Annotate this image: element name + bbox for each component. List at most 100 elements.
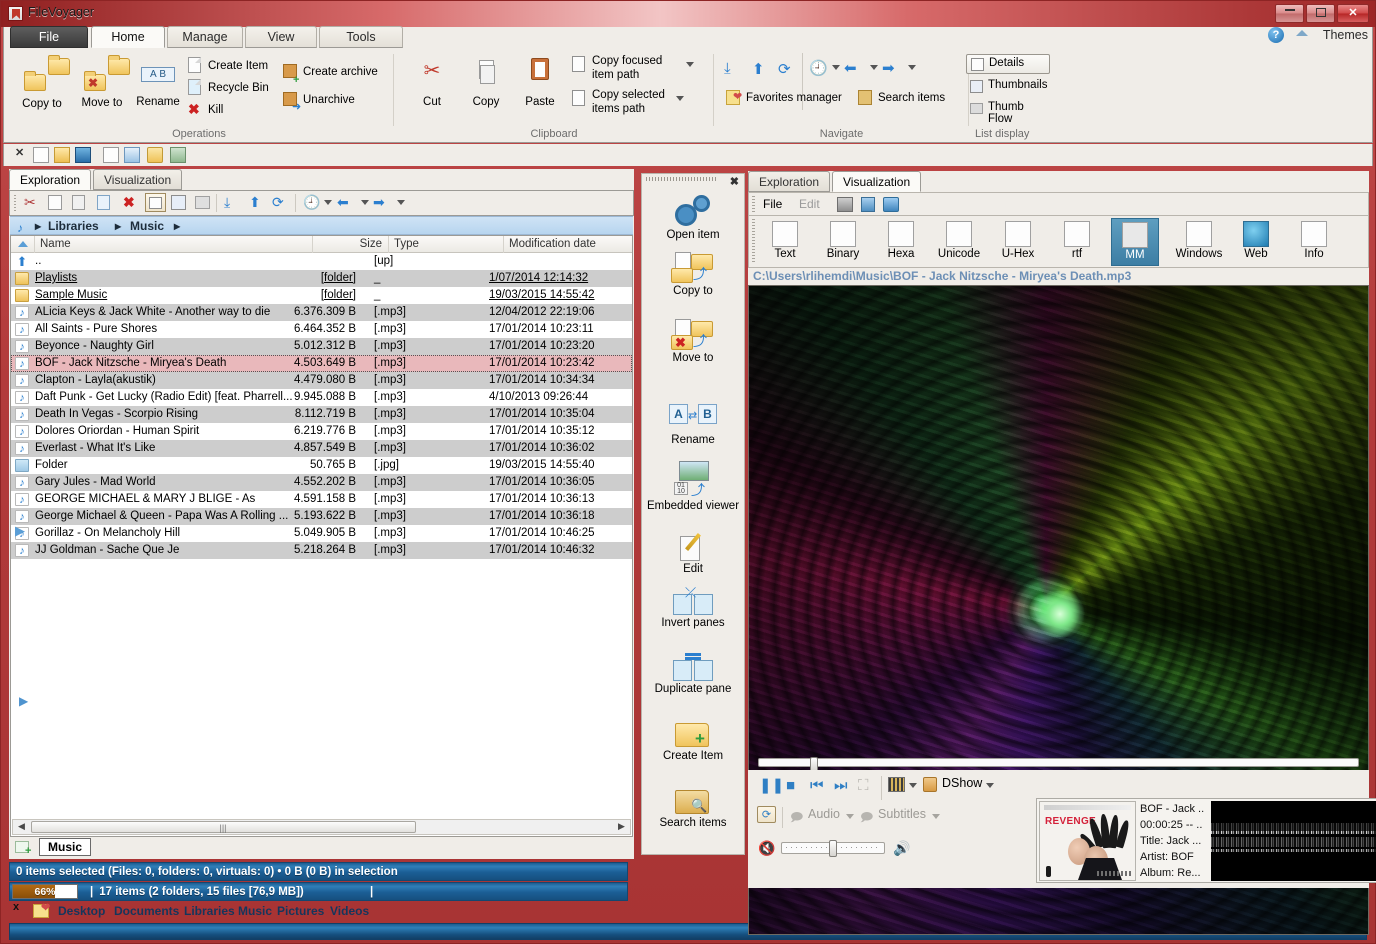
ribbon-tab-manage[interactable]: Manage [167,26,243,48]
copy-icon[interactable] [48,195,62,210]
refresh-icon[interactable]: ⟳ [778,60,791,78]
paste-icon[interactable] [72,195,85,210]
close-strip-icon[interactable]: ✕ [15,146,24,159]
viewer-mode-windows[interactable]: Windows [1169,218,1229,266]
left-tab-visualization[interactable]: Visualization [93,169,182,190]
ribbon-recycle-bin-button[interactable]: Recycle Bin [186,78,269,98]
delete-icon[interactable]: ✖ [123,194,135,211]
back-arrow-icon[interactable]: ⬅ [337,194,349,211]
ribbon-paste-button[interactable]: Paste [512,58,568,108]
tool-search-items[interactable]: 🔍 Search items [642,786,744,829]
viewer-mode-binary[interactable]: Binary [819,218,867,266]
ribbon-move-to-button[interactable]: ✖ Move to [74,56,130,109]
tool-move-to[interactable]: ✖ ⤴ Move to [642,319,744,364]
breadcrumb-chevron-3[interactable]: ▸ [174,217,180,235]
breadcrumb-item-music[interactable]: Music [130,217,164,235]
tool-column-close-icon[interactable]: ✖ [730,175,739,188]
seek-track[interactable] [758,758,1359,767]
chevron-down-icon-2[interactable] [361,200,369,205]
plus-icon[interactable]: + [25,845,31,857]
viewer-mode-text[interactable]: Text [761,218,809,266]
table-row[interactable]: ♪BOF - Jack Nitzsche - Miryea's Death4.5… [11,355,632,372]
fullscreen-button[interactable]: ⛶ [858,778,869,793]
close-button[interactable]: ✕ [1337,4,1369,23]
ribbon-create-archive-button[interactable]: + Create archive [281,62,378,82]
chevron-down-icon[interactable] [686,62,694,67]
volume-thumb[interactable] [829,840,837,857]
col-header-name[interactable]: Name [35,236,313,253]
ribbon-copy-selected-path-button[interactable]: Copy selected items path [570,88,670,118]
ribbon-favorites-manager-button[interactable]: ❤ Favorites manager [724,88,842,108]
previous-button[interactable]: ⏮ [810,778,824,793]
tool-open-item[interactable]: Open item [642,194,744,241]
stop-button[interactable]: ■ [786,778,795,793]
col-header-type[interactable]: Type [389,236,504,253]
viewer-mode-info[interactable]: Info [1290,218,1338,266]
subtitles-label[interactable]: Subtitles [878,807,926,821]
table-row[interactable]: ♪Daft Punk - Get Lucky (Radio Edit) [fea… [11,389,632,406]
seek-bar[interactable] [748,755,1369,769]
table-row[interactable]: ♪All Saints - Pure Shores6.464.352 B[.mp… [11,321,632,338]
renderer-label[interactable]: DShow [942,776,982,790]
table-row[interactable]: ♪GEORGE MICHAEL & MARY J BLIGE - As4.591… [11,491,632,508]
thumbflow-view-button[interactable] [195,196,210,209]
right-tab-visualization[interactable]: Visualization [832,171,921,192]
col-sort-indicator[interactable] [11,236,35,253]
ribbon-search-items-button[interactable]: Search items [856,88,945,108]
tool-rename[interactable]: A B ⇄ Rename [642,404,744,446]
chevron-down-icon-3[interactable] [397,200,405,205]
chevron-down-icon-2[interactable] [986,783,994,788]
table-row[interactable]: ♪Gorillaz - On Melancholy Hill5.049.905 … [11,525,632,542]
col-header-date[interactable]: Modification date [504,236,633,253]
console-icon[interactable] [75,147,91,163]
chevron-down-icon-2[interactable] [676,96,684,101]
next-button[interactable]: ⏭ [834,778,848,793]
volume-icon[interactable]: 🔊 [893,840,910,857]
scrollbar-thumb[interactable]: ||| [31,821,416,833]
ribbon-tab-file[interactable]: File [10,26,88,48]
favorite-music[interactable]: Music [238,904,272,918]
collapse-all-icon[interactable]: ⤓ [224,194,230,211]
favorite-desktop[interactable]: Desktop [58,904,105,918]
film-strip-icon[interactable] [837,197,853,212]
chevron-down-icon[interactable] [909,783,917,788]
table-row[interactable]: ♪George Michael & Queen - Papa Was A Rol… [11,508,632,525]
ribbon-cut-button[interactable]: ✂ Cut [404,60,460,108]
breadcrumb-chevron-2[interactable]: ▸ [115,217,121,235]
mute-icon[interactable]: 🔇 [758,840,775,857]
loop-button[interactable]: ⟳ [757,806,776,823]
table-row[interactable]: ⬆..[up] [11,253,632,270]
viewer-mode-unicode[interactable]: Unicode [935,218,983,266]
breadcrumb-chevron-1[interactable]: ▸ [35,217,41,235]
history-clock-icon[interactable]: 🕘 [809,59,828,77]
details-view-button[interactable] [145,193,166,212]
table-row[interactable]: ♪Clapton - Layla(akustik)4.479.080 B[.mp… [11,372,632,389]
chevron-down-icon-3[interactable] [832,65,840,70]
tool-create-item[interactable]: + Create Item [642,719,744,762]
new-archive-icon[interactable] [54,147,70,163]
minimize-button[interactable] [1275,4,1304,23]
favorite-videos[interactable]: Videos [330,904,369,918]
themes-button[interactable]: Themes [1323,28,1368,42]
mail-icon[interactable] [147,147,163,163]
calculator-icon[interactable] [124,147,140,163]
maximize-button[interactable] [1306,4,1335,23]
chevron-down-icon-3[interactable] [846,814,854,819]
scroll-right-arrow-icon[interactable]: ▶ [614,821,629,833]
table-row[interactable]: ♪Everlast - What It's Like4.857.549 B[.m… [11,440,632,457]
viewer-mode-mm[interactable]: MM [1111,218,1159,266]
chevron-down-icon-4[interactable] [932,814,940,819]
ribbon-unarchive-button[interactable]: ➜ Unarchive [281,90,355,110]
pane-tab-music[interactable]: Music [39,838,91,856]
close-favorites-icon[interactable]: x [13,901,19,913]
favorite-libraries[interactable]: Libraries [184,904,235,918]
forward-arrow-icon[interactable]: ➡ [882,59,895,77]
viewer-mode-hexa[interactable]: Hexa [877,218,925,266]
tool-edit[interactable]: Edit [642,534,744,575]
right-tab-exploration[interactable]: Exploration [748,171,830,192]
table-row[interactable]: ♪Gary Jules - Mad World4.552.202 B[.mp3]… [11,474,632,491]
forward-arrow-icon[interactable]: ➡ [373,194,385,211]
chevron-down-icon-4[interactable] [870,65,878,70]
back-arrow-icon[interactable]: ⬅ [844,59,857,77]
tool-copy-to[interactable]: ⤴ Copy to [642,252,744,297]
